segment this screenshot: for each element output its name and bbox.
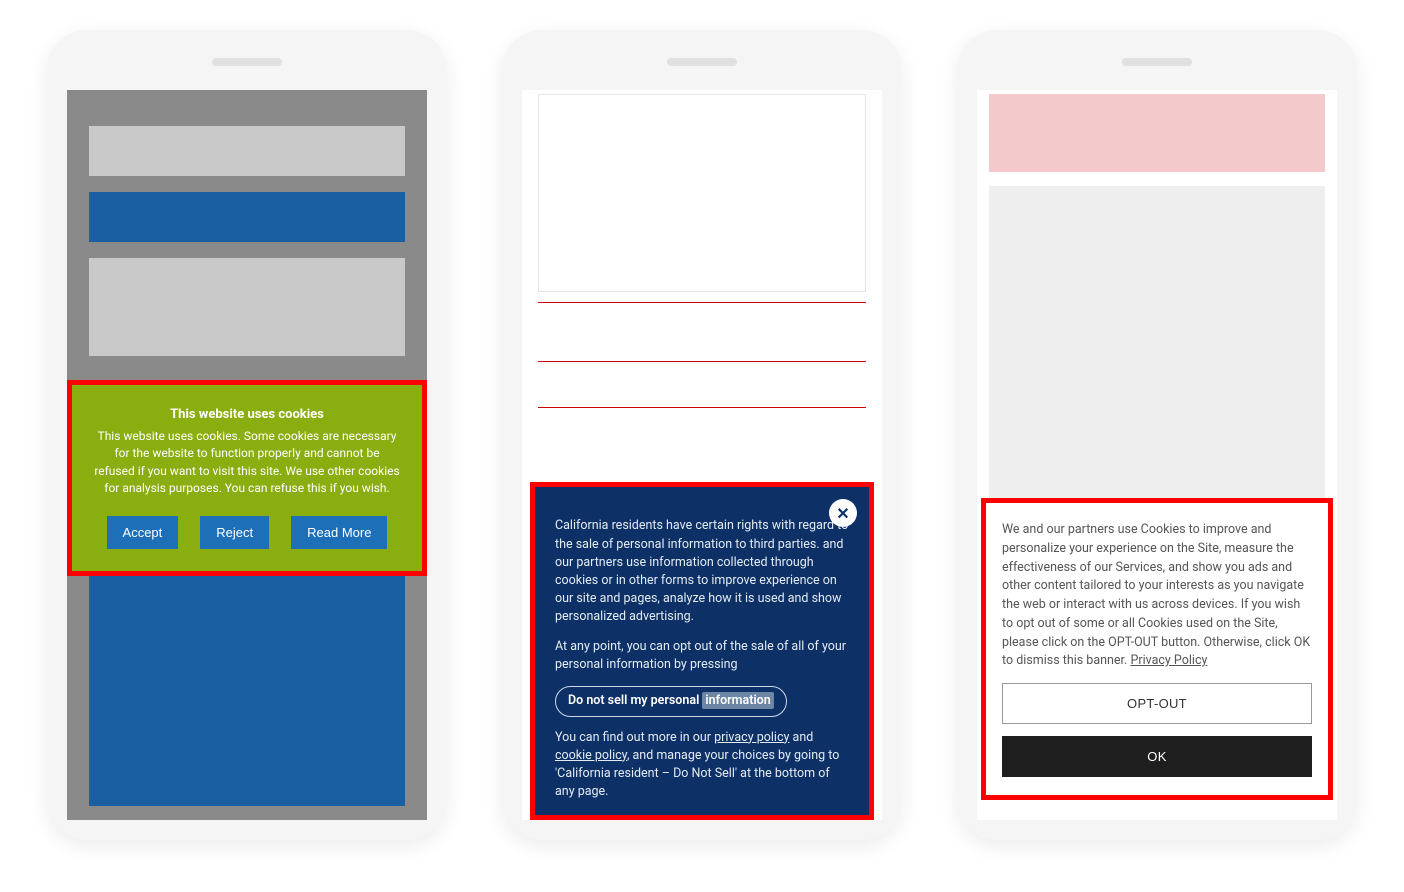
opt-out-button[interactable]: OPT-OUT	[1002, 683, 1312, 724]
page-block-placeholder	[89, 258, 405, 356]
privacy-policy-link[interactable]: privacy policy	[714, 730, 789, 745]
page-block-placeholder	[989, 186, 1325, 516]
cookie-policy-link[interactable]: cookie policy	[555, 748, 627, 763]
phone-mockup-2: ✕ California residents have certain righ…	[502, 30, 902, 840]
phone-speaker	[212, 58, 282, 66]
close-icon[interactable]: ✕	[829, 499, 857, 527]
cookie-dialog-buttons: Accept Reject Read More	[88, 516, 406, 549]
text-segment: California residents have certain rights…	[555, 518, 848, 551]
ok-button[interactable]: OK	[1002, 736, 1312, 777]
pill-highlight: information	[702, 692, 773, 709]
reject-button[interactable]: Reject	[200, 516, 269, 549]
cookie-dialog-2: ✕ California residents have certain righ…	[530, 482, 874, 820]
page-block-placeholder	[538, 94, 866, 292]
phone-screen-2: ✕ California residents have certain righ…	[522, 90, 882, 820]
phone-speaker	[667, 58, 737, 66]
text-segment: You can find out more in our	[555, 730, 714, 745]
page-block-placeholder	[89, 566, 405, 806]
cookie-dialog-text: At any point, you can opt out of the sal…	[555, 638, 849, 674]
cookie-dialog-text: You can find out more in our privacy pol…	[555, 729, 849, 802]
page-block-placeholder	[89, 192, 405, 242]
cookie-dialog-title: This website uses cookies	[88, 407, 406, 422]
read-more-button[interactable]: Read More	[291, 516, 387, 549]
pill-text: Do not sell my personal	[568, 693, 702, 708]
page-block-placeholder	[538, 388, 866, 408]
page-block-placeholder	[538, 302, 866, 362]
cookie-dialog-text: California residents have certain rights…	[555, 517, 849, 626]
cookie-dialog-text: This website uses cookies. Some cookies …	[88, 428, 406, 498]
page-block-placeholder	[989, 94, 1325, 172]
phone-screen-3: We and our partners use Cookies to impro…	[977, 90, 1337, 820]
do-not-sell-button[interactable]: Do not sell my personal information	[555, 686, 787, 716]
accept-button[interactable]: Accept	[107, 516, 179, 549]
cookie-dialog-text: We and our partners use Cookies to impro…	[1002, 521, 1312, 671]
text-segment: We and our partners use Cookies to impro…	[1002, 522, 1310, 668]
phone-speaker	[1122, 58, 1192, 66]
privacy-policy-link[interactable]: Privacy Policy	[1130, 653, 1207, 668]
page-block-placeholder	[89, 126, 405, 176]
cookie-dialog-3: We and our partners use Cookies to impro…	[981, 498, 1333, 800]
phone-mockup-1: This website uses cookies This website u…	[47, 30, 447, 840]
text-segment: and	[789, 730, 813, 745]
phone-screen-1: This website uses cookies This website u…	[67, 90, 427, 820]
cookie-dialog-1: This website uses cookies This website u…	[67, 380, 427, 576]
phone-mockup-3: We and our partners use Cookies to impro…	[957, 30, 1357, 840]
